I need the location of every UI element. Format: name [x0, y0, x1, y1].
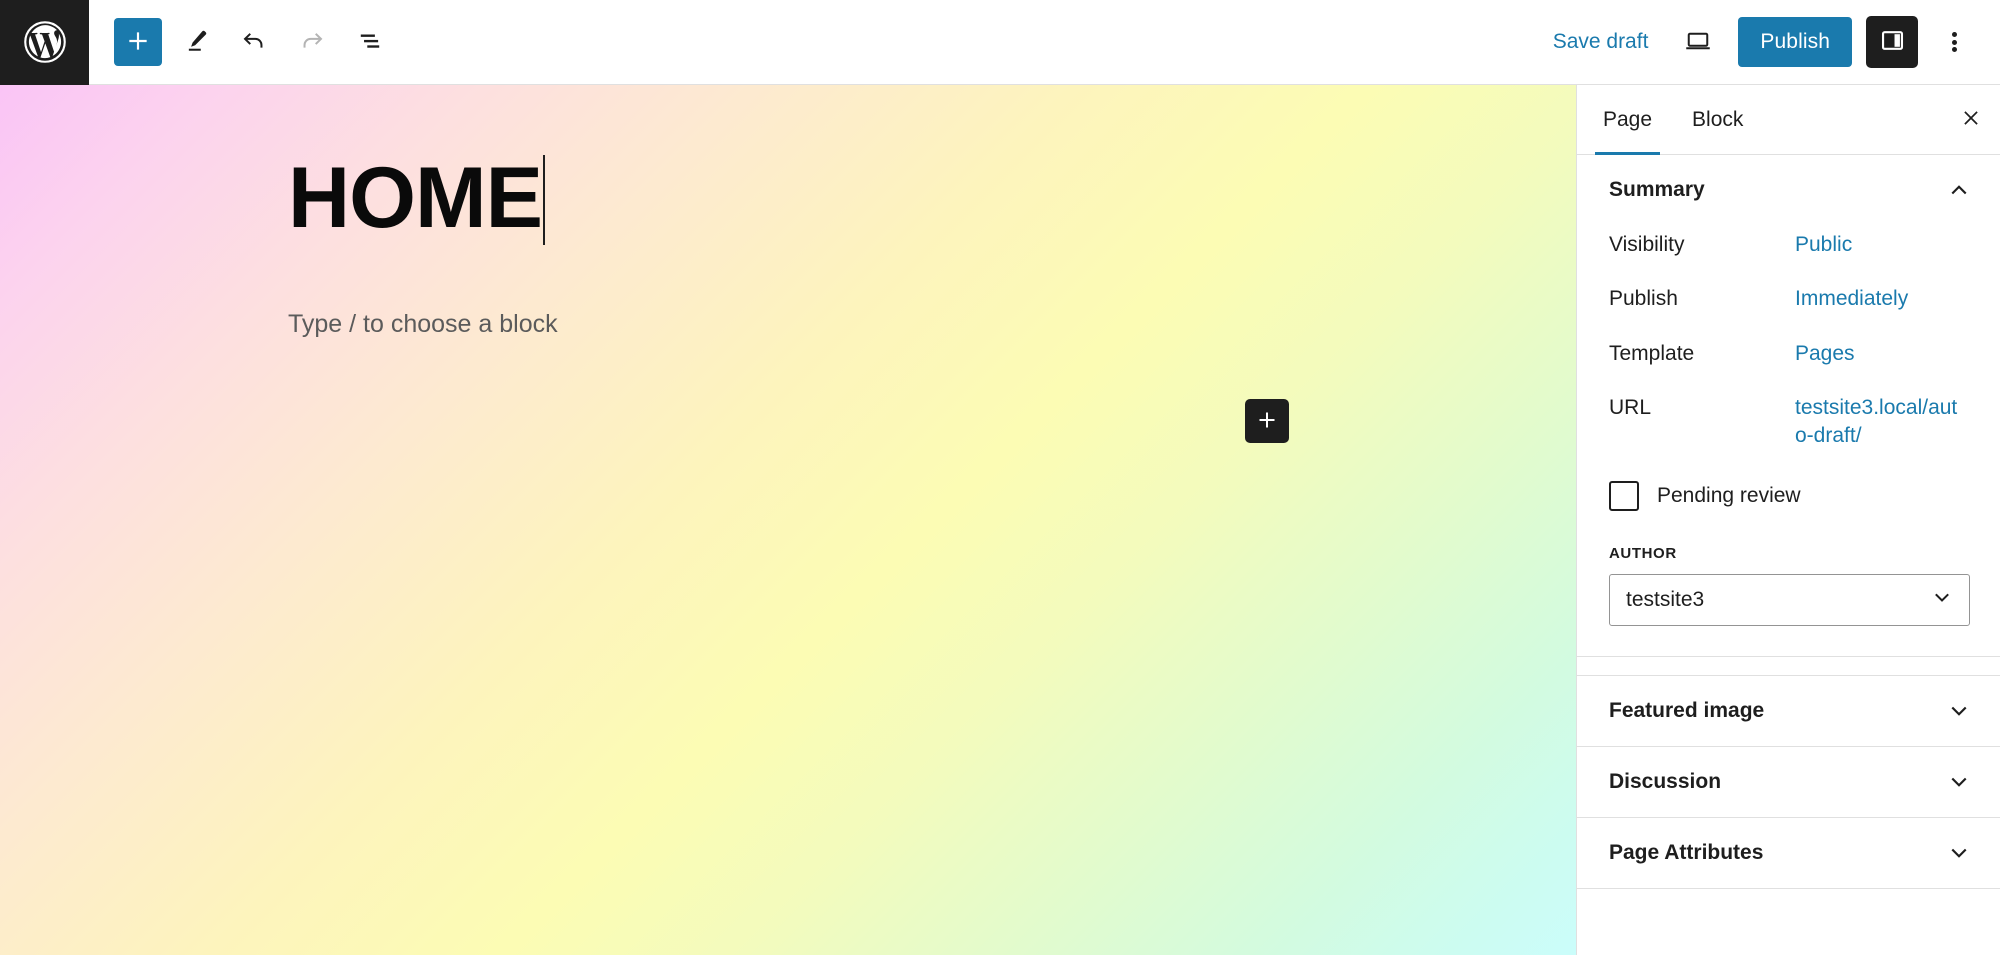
- block-placeholder[interactable]: Type / to choose a block: [288, 307, 1576, 342]
- summary-panel: Summary Visibility Public Publish Immedi…: [1577, 155, 2000, 657]
- sidebar-scroll-area[interactable]: Summary Visibility Public Publish Immedi…: [1577, 155, 2000, 955]
- redo-icon: [298, 27, 326, 58]
- summary-row-template: Template Pages: [1609, 340, 1970, 368]
- plus-icon: [125, 28, 151, 57]
- header-actions: Save draft Publish: [1543, 16, 2000, 68]
- discussion-panel-title: Discussion: [1609, 769, 1722, 793]
- settings-sidebar-toggle[interactable]: [1866, 16, 1918, 68]
- header-toolbar: [89, 18, 394, 66]
- editor-canvas[interactable]: HOME Type / to choose a block: [0, 85, 1576, 955]
- text-caret: [543, 155, 545, 245]
- summary-panel-title: Summary: [1609, 178, 1705, 201]
- chevron-down-icon: [1946, 769, 1972, 795]
- page-title[interactable]: HOME: [288, 155, 545, 245]
- template-value-button[interactable]: Pages: [1795, 340, 1855, 368]
- undo-icon: [240, 27, 268, 58]
- pending-review-checkbox[interactable]: [1609, 480, 1639, 511]
- tab-block[interactable]: Block: [1672, 85, 1763, 154]
- author-label: AUTHOR: [1609, 544, 1677, 562]
- wordpress-block-editor: Save draft Publish HOME Type / to choose…: [0, 0, 2000, 955]
- sidebar-panel-icon: [1879, 27, 1906, 57]
- author-select-wrap: testsite3: [1609, 573, 1970, 626]
- page-attributes-panel-title: Page Attributes: [1609, 840, 1764, 864]
- canvas-content: HOME Type / to choose a block: [0, 85, 1576, 342]
- settings-sidebar: Page Block Summary Visibility Public Pub…: [1576, 85, 2000, 955]
- discussion-panel: Discussion: [1577, 747, 2000, 818]
- wordpress-logo-icon[interactable]: [0, 0, 89, 85]
- author-field: AUTHOR testsite3: [1609, 545, 1970, 626]
- publish-date-button[interactable]: Immediately: [1795, 285, 1908, 313]
- add-block-button[interactable]: [114, 18, 162, 66]
- panel-spacer: [1577, 657, 2000, 675]
- featured-image-panel-title: Featured image: [1609, 698, 1765, 722]
- pending-review-label[interactable]: Pending review: [1657, 484, 1801, 508]
- document-overview-icon: [357, 28, 383, 57]
- editor-body: HOME Type / to choose a block Page Block: [0, 85, 2000, 955]
- author-select[interactable]: testsite3: [1609, 573, 1970, 626]
- editor-header: Save draft Publish: [0, 0, 2000, 85]
- featured-image-panel-header[interactable]: Featured image: [1577, 676, 2000, 746]
- discussion-panel-header[interactable]: Discussion: [1577, 747, 2000, 817]
- page-attributes-panel-header[interactable]: Page Attributes: [1577, 818, 2000, 888]
- tools-edit-button[interactable]: [172, 18, 220, 66]
- publish-button[interactable]: Publish: [1738, 17, 1852, 67]
- editor-options-button[interactable]: [1932, 18, 1976, 66]
- url-label: URL: [1609, 396, 1652, 420]
- canvas-add-block-button[interactable]: [1245, 399, 1289, 443]
- pencil-icon: [183, 27, 210, 57]
- pending-review-row: Pending review: [1609, 480, 1970, 511]
- summary-row-url: URL testsite3.local/auto-draft/: [1609, 394, 1970, 451]
- close-sidebar-button[interactable]: [1942, 85, 2000, 154]
- summary-panel-body: Visibility Public Publish Immediately Te…: [1577, 225, 2000, 656]
- url-value-button[interactable]: testsite3.local/auto-draft/: [1795, 394, 1967, 451]
- redo-button[interactable]: [288, 18, 336, 66]
- chevron-down-icon: [1946, 698, 1972, 724]
- chevron-down-icon: [1946, 840, 1972, 866]
- page-attributes-panel: Page Attributes: [1577, 818, 2000, 889]
- close-icon: [1959, 106, 1983, 133]
- laptop-preview-icon: [1683, 26, 1713, 59]
- kebab-menu-icon: [1951, 30, 1957, 55]
- preview-button[interactable]: [1672, 18, 1724, 66]
- tab-page[interactable]: Page: [1583, 85, 1672, 155]
- template-label: Template: [1609, 341, 1695, 365]
- visibility-label: Visibility: [1609, 233, 1685, 256]
- tabs-spacer: [1763, 85, 1942, 154]
- summary-row-publish: Publish Immediately: [1609, 285, 1970, 313]
- summary-panel-header[interactable]: Summary: [1577, 155, 2000, 225]
- plus-icon: [1255, 408, 1279, 435]
- summary-row-visibility: Visibility Public: [1609, 231, 1970, 259]
- undo-button[interactable]: [230, 18, 278, 66]
- visibility-value-button[interactable]: Public: [1795, 231, 1852, 259]
- sidebar-tablist: Page Block: [1577, 85, 2000, 155]
- featured-image-panel: Featured image: [1577, 674, 2000, 747]
- save-draft-button[interactable]: Save draft: [1543, 22, 1659, 62]
- document-overview-button[interactable]: [346, 18, 394, 66]
- page-title-text: HOME: [288, 150, 543, 246]
- chevron-up-icon: [1946, 177, 1972, 203]
- publish-label: Publish: [1609, 287, 1678, 311]
